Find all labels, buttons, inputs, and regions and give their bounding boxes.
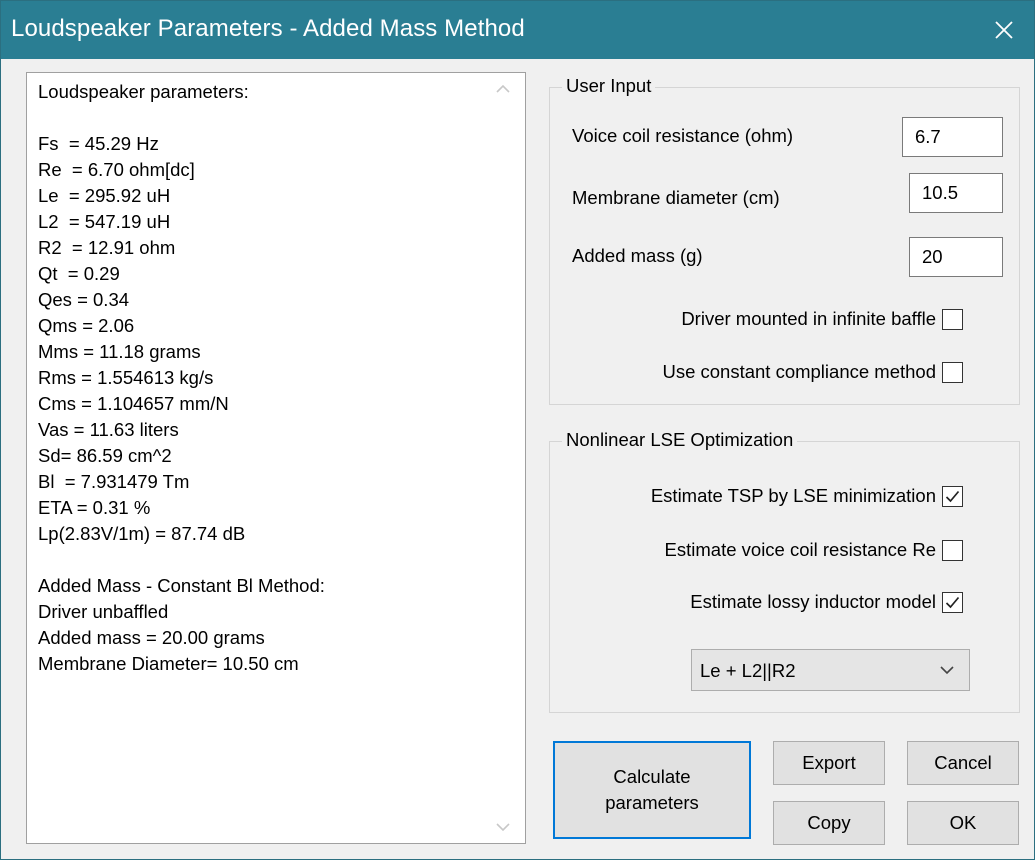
- results-line: Le = 295.92 uH: [38, 185, 171, 206]
- results-line: Membrane Diameter= 10.50 cm: [38, 653, 299, 674]
- results-line: Qt = 0.29: [38, 263, 120, 284]
- close-button[interactable]: [974, 1, 1034, 59]
- infinite-baffle-row[interactable]: Driver mounted in infinite baffle: [681, 308, 963, 330]
- results-line: Mms = 11.18 grams: [38, 341, 201, 362]
- window-title: Loudspeaker Parameters - Added Mass Meth…: [11, 15, 525, 42]
- results-line: Vas = 11.63 liters: [38, 419, 179, 440]
- results-line: Sd= 86.59 cm^2: [38, 445, 172, 466]
- results-line: ETA = 0.31 %: [38, 497, 151, 518]
- ok-button[interactable]: OK: [907, 801, 1019, 845]
- voice-coil-label: Voice coil resistance (ohm): [572, 125, 794, 146]
- voice-coil-input[interactable]: [902, 117, 1003, 157]
- estimate-re-label: Estimate voice coil resistance Re: [664, 539, 936, 560]
- dialog-window: Loudspeaker Parameters - Added Mass Meth…: [0, 0, 1035, 860]
- added-mass-label: Added mass (g): [572, 245, 703, 266]
- results-line: [38, 105, 483, 131]
- scroll-up-button[interactable]: [495, 81, 511, 97]
- added-mass-input[interactable]: [909, 237, 1003, 277]
- results-line: Added mass = 20.00 grams: [38, 627, 265, 648]
- membrane-diameter-input[interactable]: [909, 173, 1003, 213]
- checkmark-icon: [945, 490, 960, 502]
- infinite-baffle-checkbox[interactable]: [942, 308, 963, 330]
- chevron-down-icon: [940, 666, 954, 675]
- user-input-caption: User Input: [562, 75, 656, 97]
- constant-compliance-checkbox[interactable]: [942, 361, 963, 383]
- estimate-tsp-label: Estimate TSP by LSE minimization: [650, 485, 936, 506]
- membrane-diameter-label: Membrane diameter (cm): [572, 187, 780, 208]
- results-line: Loudspeaker parameters:: [38, 81, 249, 102]
- results-textarea[interactable]: Loudspeaker parameters: Fs = 45.29 Hz Re =…: [26, 72, 526, 844]
- lossy-inductor-checkbox[interactable]: [942, 591, 963, 613]
- results-line: Fs = 45.29 Hz: [38, 133, 159, 154]
- results-line: Bl = 7.931479 Tm: [38, 471, 190, 492]
- inductor-model-dropdown[interactable]: Le + L2||R2: [691, 649, 970, 691]
- results-line: L2 = 547.19 uH: [38, 211, 171, 232]
- inductor-model-value: Le + L2||R2: [700, 660, 796, 681]
- estimate-re-row[interactable]: Estimate voice coil resistance Re: [665, 539, 963, 561]
- scroll-up-icon: [496, 84, 510, 93]
- copy-button[interactable]: Copy: [773, 801, 885, 845]
- title-bar[interactable]: Loudspeaker Parameters - Added Mass Meth…: [1, 1, 1034, 59]
- export-button[interactable]: Export: [773, 741, 885, 785]
- results-line: Rms = 1.554613 kg/s: [38, 367, 214, 388]
- results-line: Qms = 2.06: [38, 315, 135, 336]
- close-icon: [995, 21, 1013, 39]
- lossy-inductor-row[interactable]: Estimate lossy inductor model: [690, 591, 963, 613]
- results-line: Re = 6.70 ohm[dc]: [38, 159, 195, 180]
- results-line: Added Mass - Constant Bl Method:: [38, 575, 325, 596]
- calculate-parameters-button[interactable]: Calculate parameters: [553, 741, 751, 839]
- lse-optimization-caption: Nonlinear LSE Optimization: [562, 429, 798, 451]
- lossy-inductor-label: Estimate lossy inductor model: [690, 591, 936, 612]
- cancel-button[interactable]: Cancel: [907, 741, 1019, 785]
- constant-compliance-label: Use constant compliance method: [662, 361, 936, 382]
- results-line: Qes = 0.34: [38, 289, 130, 310]
- results-line: R2 = 12.91 ohm: [38, 237, 176, 258]
- estimate-tsp-row[interactable]: Estimate TSP by LSE minimization: [651, 485, 963, 507]
- scroll-down-button[interactable]: [495, 819, 511, 835]
- constant-compliance-row[interactable]: Use constant compliance method: [662, 361, 963, 383]
- results-line: [38, 547, 483, 573]
- scroll-down-icon: [496, 823, 510, 832]
- results-line: Cms = 1.104657 mm/N: [38, 393, 229, 414]
- estimate-re-checkbox[interactable]: [942, 539, 963, 561]
- results-line: Lp(2.83V/1m) = 87.74 dB: [38, 523, 246, 544]
- estimate-tsp-checkbox[interactable]: [942, 485, 963, 507]
- checkmark-icon: [945, 596, 960, 608]
- infinite-baffle-label: Driver mounted in infinite baffle: [681, 308, 936, 329]
- results-line: Driver unbaffled: [38, 601, 169, 622]
- results-text: Loudspeaker parameters: Fs = 45.29 Hz Re =…: [38, 79, 483, 677]
